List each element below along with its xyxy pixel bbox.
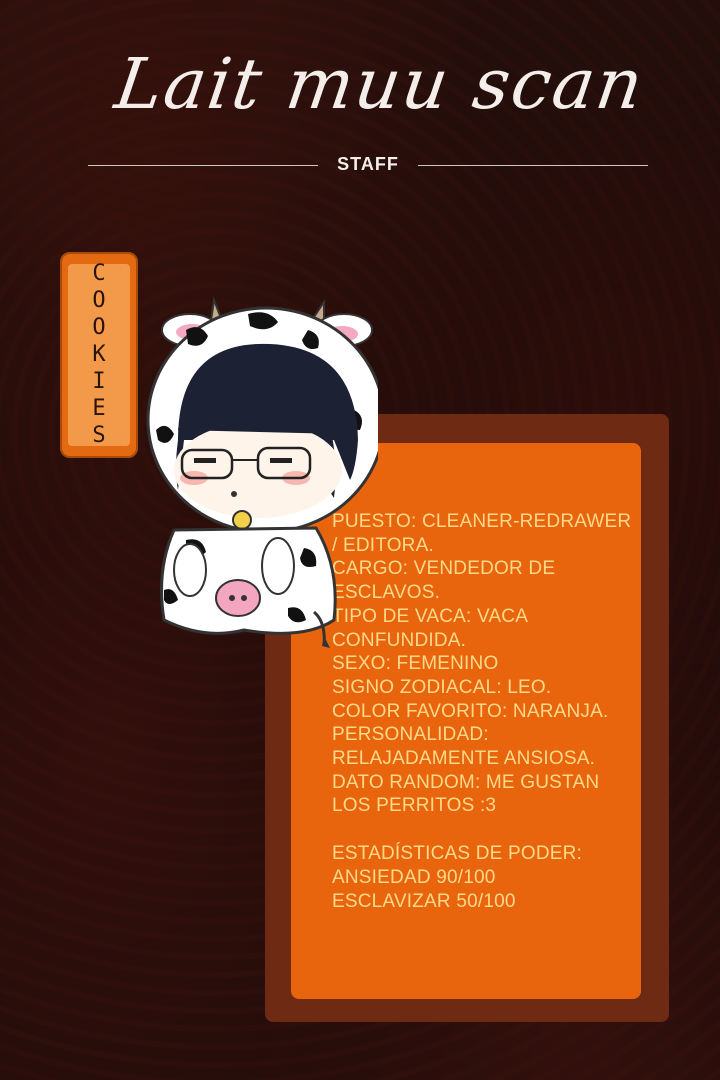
info-line-color: COLOR FAVORITO: NARANJA. bbox=[332, 700, 609, 722]
divider-left bbox=[88, 165, 318, 166]
member-name: COOKIES bbox=[86, 260, 112, 450]
info-line-zodiac: SIGNO ZODIACAL: LEO. bbox=[332, 676, 552, 698]
name-tag-inner: COOKIES bbox=[68, 261, 130, 450]
stat-enslave: ESCLAVIZAR 50/100 bbox=[332, 890, 516, 912]
cow-costume-character-illustration bbox=[146, 296, 378, 648]
info-line-personality: PERSONALIDAD: RELAJADAMENTE ANSIOSA. bbox=[332, 724, 596, 770]
stats-title: ESTADÍSTICAS DE PODER: bbox=[332, 843, 583, 865]
logo: Lait muu scan bbox=[110, 43, 650, 125]
info-line-random: DATO RANDOM: ME GUSTAN LOS PERRITOS :3 bbox=[332, 771, 600, 817]
section-label: STAFF bbox=[337, 154, 399, 174]
info-line-sex: SEXO: FEMENINO bbox=[332, 653, 499, 675]
divider-right bbox=[418, 165, 648, 166]
stat-anxiety: ANSIEDAD 90/100 bbox=[332, 866, 496, 888]
